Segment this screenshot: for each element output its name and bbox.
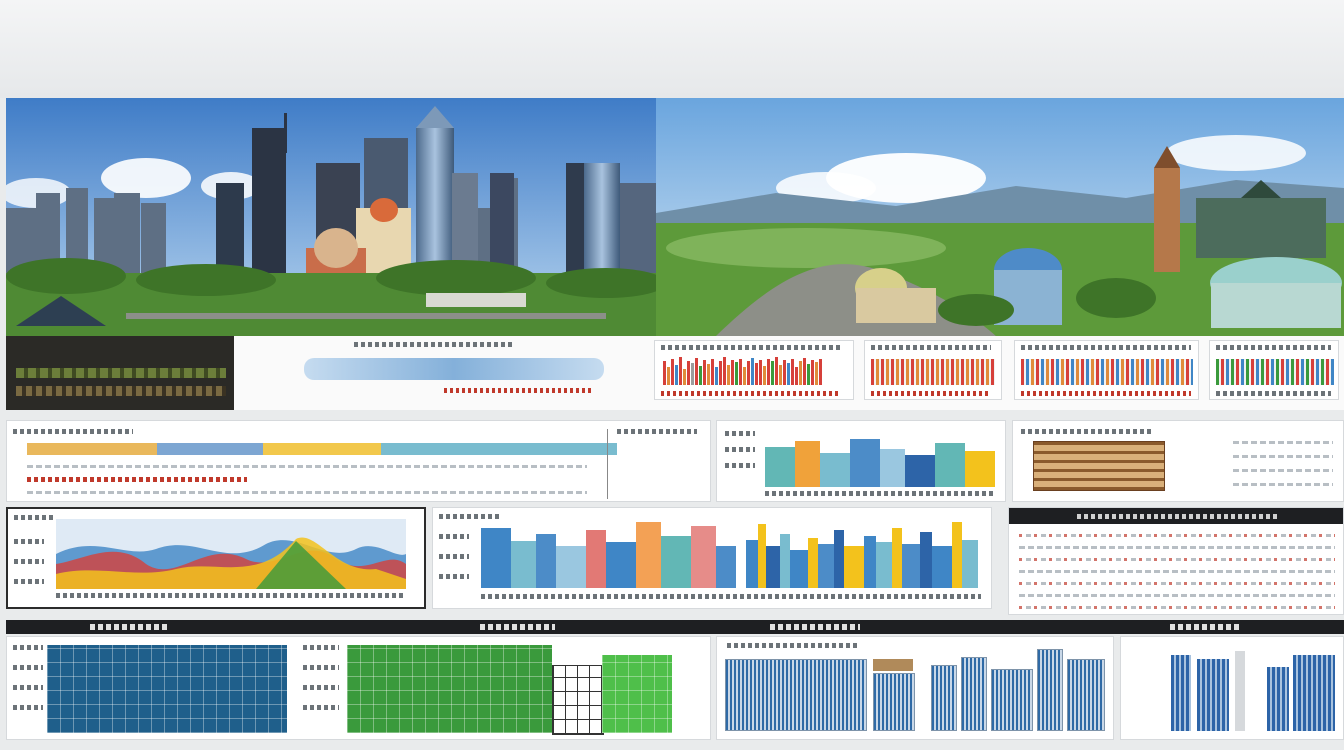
mountain-range-icon [656, 98, 1344, 336]
header-label-1 [90, 624, 170, 630]
blue-towers-panel [1120, 636, 1344, 740]
tower-render-panel [716, 636, 1114, 740]
white-grid-building [552, 665, 604, 735]
bottom-header-bar [6, 620, 1344, 634]
mini-chart-a [654, 340, 854, 400]
header-label-4 [1170, 624, 1240, 630]
table-header [1009, 508, 1343, 524]
top-backdrop [0, 0, 1344, 98]
building-card [1012, 420, 1344, 502]
valley-landmarks-photo [656, 98, 1344, 336]
timeline-bar [27, 443, 617, 455]
green-grid-building [347, 645, 552, 733]
kiosk-photo [6, 336, 234, 410]
light-green-grid-building [602, 655, 672, 733]
skyline-bar-panel [432, 507, 992, 609]
city-skyline-photo [6, 98, 656, 336]
area-chart-small [716, 420, 1006, 502]
area-chart-panel [6, 507, 426, 609]
building-photo [1033, 441, 1165, 491]
city-skyline-icon [6, 98, 656, 336]
hero-banner [6, 98, 1344, 410]
building-grid-panel [6, 636, 711, 740]
mini-chart-d [1209, 340, 1339, 400]
banner-info-strip [234, 336, 1344, 410]
mini-chart-c [1014, 340, 1199, 400]
mini-chart-b [864, 340, 1002, 400]
header-label-3 [770, 624, 860, 630]
table-panel [1008, 507, 1344, 615]
navy-grid-building [47, 645, 287, 733]
header-label-2 [480, 624, 555, 630]
timeline-panel [6, 420, 711, 502]
